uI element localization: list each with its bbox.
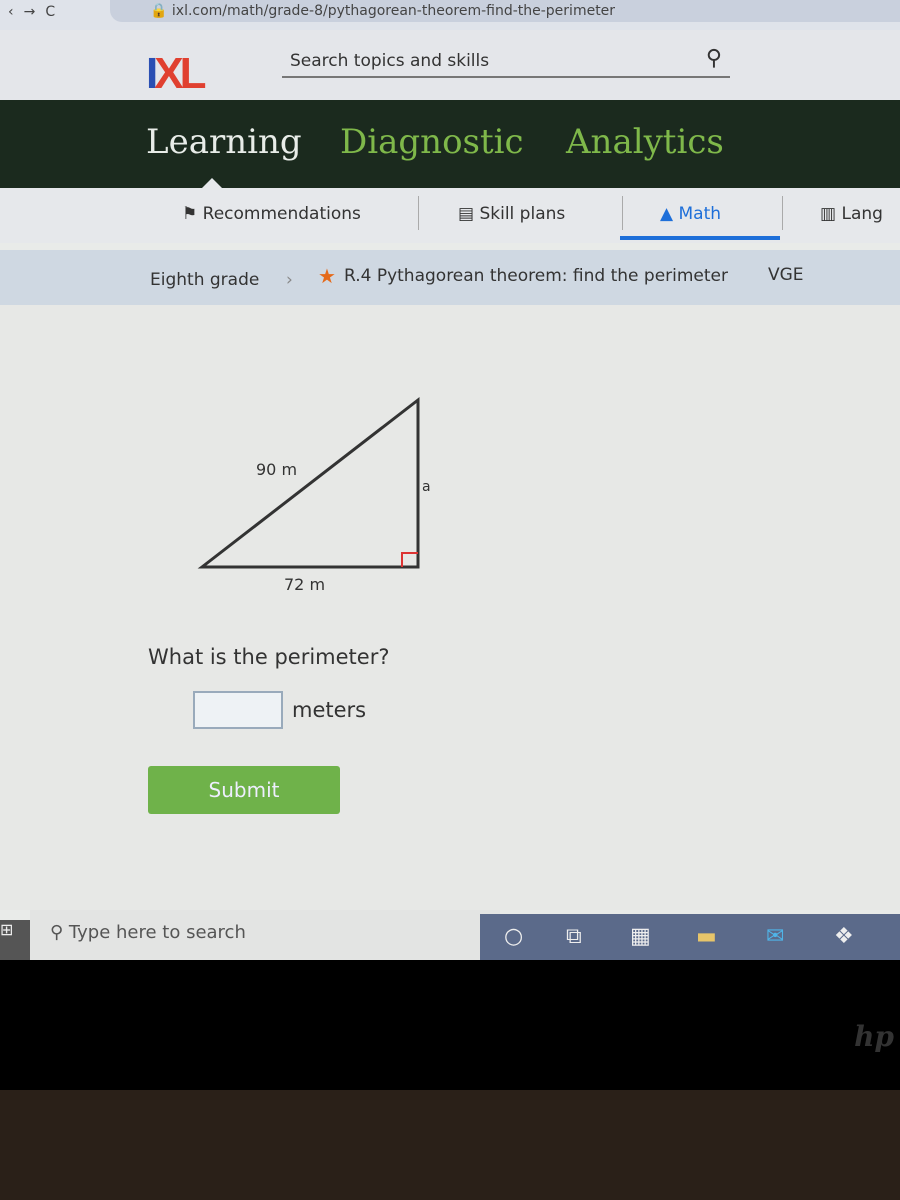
hp-logo: hp bbox=[854, 1020, 894, 1053]
active-indicator bbox=[202, 178, 222, 188]
search-placeholder: Search topics and skills bbox=[290, 51, 490, 71]
dropbox-icon[interactable]: ❖ bbox=[834, 924, 854, 949]
header: IXL Search topics and skills ⚲ bbox=[0, 30, 900, 100]
signpost-icon: ⚑ bbox=[182, 204, 198, 224]
math-underline bbox=[620, 236, 780, 240]
task-view-icon[interactable]: ⧉ bbox=[566, 924, 582, 949]
subnav-math[interactable]: ▲ Math bbox=[660, 204, 721, 224]
answer-input[interactable] bbox=[193, 691, 283, 729]
search-icon: ⚲ bbox=[50, 922, 64, 943]
breadcrumb-grade[interactable]: Eighth grade bbox=[150, 270, 259, 290]
windows-start-icon[interactable]: ⊞ bbox=[0, 920, 30, 960]
triangle-figure bbox=[197, 396, 420, 569]
book-icon: ▥ bbox=[820, 204, 837, 224]
pyramid-icon: ▲ bbox=[660, 204, 674, 224]
submit-button[interactable]: Submit bbox=[148, 766, 340, 814]
store-icon[interactable]: ▦ bbox=[630, 924, 651, 949]
address-bar[interactable]: 🔒 ixl.com/math/grade-8/pythagorean-theor… bbox=[110, 0, 900, 22]
question-area: 90 m 72 m a What is the perimeter? meter… bbox=[0, 305, 900, 910]
hypotenuse-label: 90 m bbox=[256, 460, 298, 479]
taskbar-search-placeholder: Type here to search bbox=[68, 922, 246, 943]
skill-code: VGE bbox=[768, 265, 804, 285]
breadcrumb: Eighth grade › ★ R.4 Pythagorean theorem… bbox=[0, 250, 900, 305]
label: Lang bbox=[841, 204, 883, 224]
chevron-right-icon: › bbox=[286, 270, 293, 290]
url-text: ixl.com/math/grade-8/pythagorean-theorem… bbox=[171, 3, 616, 19]
mail-icon[interactable]: ✉ bbox=[766, 924, 784, 949]
unit-label: meters bbox=[292, 698, 367, 722]
divider bbox=[418, 196, 419, 230]
sub-nav: ⚑ Recommendations ▤ Skill plans ▲ Math ▥… bbox=[0, 188, 900, 243]
ixl-logo[interactable]: IXL bbox=[146, 52, 206, 96]
divider bbox=[782, 196, 783, 230]
label: Math bbox=[678, 204, 722, 224]
subnav-language[interactable]: ▥ Lang bbox=[820, 204, 883, 224]
taskbar-apps: ○ ⧉ ▦ ▬ ✉ ❖ bbox=[480, 914, 900, 960]
breadcrumb-skill: R.4 Pythagorean theorem: find the perime… bbox=[344, 266, 729, 286]
cortana-icon[interactable]: ○ bbox=[504, 924, 523, 949]
browser-bar: ‹→C 🔒 ixl.com/math/grade-8/pythagorean-t… bbox=[0, 0, 900, 30]
tab-learning[interactable]: Learning bbox=[146, 122, 302, 162]
label: Skill plans bbox=[479, 204, 566, 224]
triangle bbox=[197, 396, 420, 569]
subnav-skill-plans[interactable]: ▤ Skill plans bbox=[458, 204, 565, 224]
taskbar-search[interactable]: ⚲ Type here to search bbox=[30, 910, 500, 960]
tab-diagnostic[interactable]: Diagnostic bbox=[340, 122, 524, 162]
nav-buttons[interactable]: ‹→C bbox=[8, 4, 65, 20]
laptop-bezel bbox=[0, 1090, 900, 1200]
tab-analytics[interactable]: Analytics bbox=[566, 122, 724, 162]
question-text: What is the perimeter? bbox=[148, 645, 390, 669]
lock-icon: 🔒 bbox=[150, 3, 168, 19]
label: Recommendations bbox=[202, 204, 361, 224]
search-input[interactable]: Search topics and skills ⚲ bbox=[282, 46, 730, 78]
right-angle-mark bbox=[401, 552, 418, 567]
screen: ‹→C 🔒 ixl.com/math/grade-8/pythagorean-t… bbox=[0, 0, 900, 960]
clipboard-icon: ▤ bbox=[458, 204, 475, 224]
side-label: a bbox=[422, 479, 431, 495]
subnav-recommendations[interactable]: ⚑ Recommendations bbox=[182, 204, 361, 224]
taskbar: ⊞ ⚲ Type here to search ○ ⧉ ▦ ▬ ✉ ❖ bbox=[0, 910, 900, 960]
file-explorer-icon[interactable]: ▬ bbox=[696, 924, 717, 949]
star-icon: ★ bbox=[318, 264, 336, 288]
search-icon[interactable]: ⚲ bbox=[706, 46, 722, 72]
divider bbox=[622, 196, 623, 230]
base-label: 72 m bbox=[284, 575, 326, 594]
top-nav: Learning Diagnostic Analytics bbox=[0, 100, 900, 188]
